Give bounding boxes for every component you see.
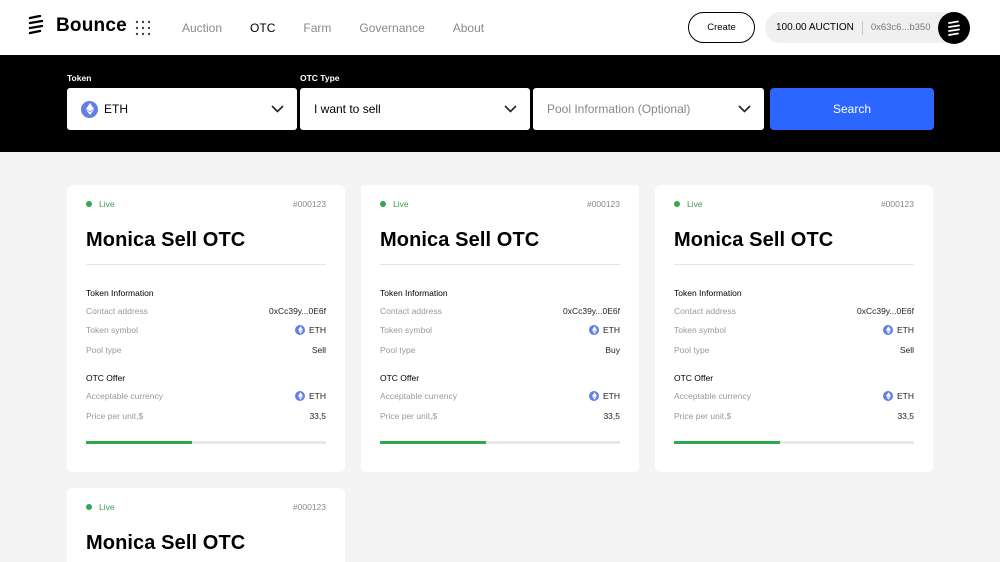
status-badge: Live [86,502,115,512]
token-select-value: ETH [104,102,128,116]
pool-type-row: Pool type Sell [86,345,326,355]
otc-pool-card[interactable]: Live #000123 Monica Sell OTC Token Infor… [655,185,933,472]
avatar-icon [948,20,960,36]
progress-bar [380,441,620,444]
token-select[interactable]: ETH [67,88,297,130]
contact-address-row: Contact address 0xCc39y...0E6f [380,306,620,316]
eth-icon [589,325,599,335]
token-information-heading: Token Information [86,288,154,298]
token-symbol-row: Token symbol ETH [86,325,326,335]
otc-type-select-value: I want to sell [314,102,381,116]
create-button[interactable]: Create [688,12,755,43]
otc-offer-heading: OTC Offer [86,373,126,383]
token-information-heading: Token Information [380,288,448,298]
otc-offer-heading: OTC Offer [380,373,420,383]
auction-balance: 100.00 AUCTION [776,22,854,33]
token-information-heading: Token Information [674,288,742,298]
logo[interactable]: Bounce [28,15,127,37]
token-label: Token [67,73,92,83]
progress-fill [380,441,486,444]
progress-bar [674,441,914,444]
wallet-address: 0x63c6...b350 [870,22,931,33]
nav-governance[interactable]: Governance [359,21,424,35]
eth-icon [295,391,305,401]
pool-id: #000123 [586,199,620,209]
status-badge: Live [674,199,703,209]
acceptable-currency-row: Acceptable currency ETH [674,391,914,401]
acceptable-currency-row: Acceptable currency ETH [86,391,326,401]
token-symbol-row: Token symbol ETH [380,325,620,335]
pool-info-select[interactable]: Pool Information (Optional) [533,88,764,130]
pool-info-placeholder: Pool Information (Optional) [547,102,691,116]
eth-icon [81,100,98,118]
main-nav: Auction OTC Farm Governance About [182,21,512,35]
eth-icon [589,391,599,401]
card-divider [674,264,914,265]
status-badge: Live [380,199,409,209]
chevron-down-icon [271,105,284,113]
otc-pool-card[interactable]: Live #000123 Monica Sell OTC Token Infor… [67,185,345,472]
progress-fill [674,441,780,444]
eth-icon [883,325,893,335]
chevron-down-icon [504,105,517,113]
pool-id: #000123 [292,502,326,512]
price-per-unit-row: Price per unit,$ 33,5 [674,411,914,421]
live-dot-icon [86,504,92,510]
search-button[interactable]: Search [770,88,934,130]
logo-text: Bounce [56,15,127,36]
pool-id: #000123 [880,199,914,209]
otc-type-select[interactable]: I want to sell [300,88,530,130]
card-title: Monica Sell OTC [86,229,246,251]
acceptable-currency-row: Acceptable currency ETH [380,391,620,401]
live-dot-icon [86,201,92,207]
eth-icon [295,325,305,335]
otc-pool-card[interactable]: Live #000123 Monica Sell OTC Token Infor… [361,185,639,472]
token-symbol-row: Token symbol ETH [674,325,914,335]
otc-offer-heading: OTC Offer [674,373,714,383]
otc-pool-card[interactable]: Live #000123 Monica Sell OTC [67,488,345,562]
live-dot-icon [380,201,386,207]
otc-type-label: OTC Type [300,73,340,83]
nav-about[interactable]: About [453,21,484,35]
eth-icon [883,391,893,401]
top-header: Bounce Auction OTC Farm Governance About… [0,0,1000,55]
live-dot-icon [674,201,680,207]
nav-farm[interactable]: Farm [303,21,331,35]
pool-type-row: Pool type Buy [380,345,620,355]
apps-grid-icon[interactable] [135,20,151,36]
progress-bar [86,441,326,444]
status-badge: Live [86,199,115,209]
contact-address-row: Contact address 0xCc39y...0E6f [674,306,914,316]
bounce-logo-icon [28,15,44,35]
nav-otc[interactable]: OTC [250,21,275,35]
avatar[interactable] [938,12,970,44]
contact-address-row: Contact address 0xCc39y...0E6f [86,306,326,316]
price-per-unit-row: Price per unit,$ 33,5 [380,411,620,421]
pool-id: #000123 [292,199,326,209]
pool-type-row: Pool type Sell [674,345,914,355]
nav-auction[interactable]: Auction [182,21,222,35]
otc-search-bar: Token OTC Type ETH I want to sell Pool I… [0,55,1000,152]
card-title: Monica Sell OTC [86,532,246,554]
card-title: Monica Sell OTC [674,229,834,251]
wallet-divider [861,20,863,35]
chevron-down-icon [738,105,751,113]
card-divider [380,264,620,265]
price-per-unit-row: Price per unit,$ 33,5 [86,411,326,421]
card-divider [86,264,326,265]
card-title: Monica Sell OTC [380,229,540,251]
progress-fill [86,441,192,444]
